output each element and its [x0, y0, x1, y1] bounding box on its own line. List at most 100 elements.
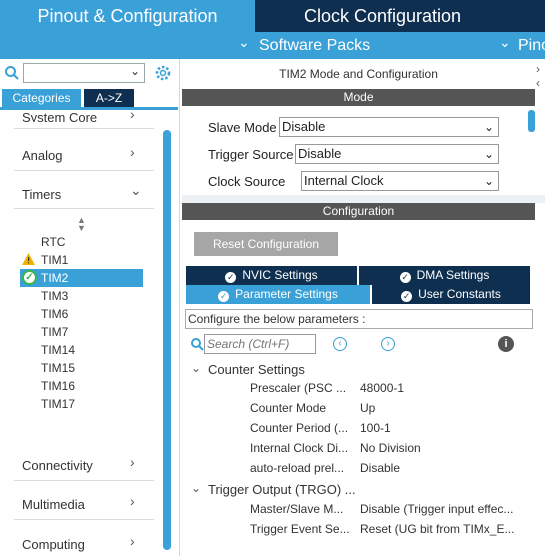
tab-params-label: Parameter Settings: [235, 287, 338, 301]
left-scrollbar[interactable]: [163, 130, 171, 550]
tab-nvic-label: NVIC Settings: [242, 268, 318, 282]
timer-item-tim7[interactable]: TIM7: [41, 325, 68, 339]
check-icon: ✓: [218, 291, 230, 302]
divider: [14, 519, 154, 520]
tab-dma-label: DMA Settings: [416, 268, 490, 282]
parameter-search-input[interactable]: [204, 334, 316, 354]
tab-user-constants[interactable]: ✓ User Constants: [372, 285, 530, 304]
reset-configuration-button[interactable]: Reset Configuration: [194, 232, 338, 256]
gear-icon[interactable]: [154, 64, 172, 82]
check-icon: ✓: [225, 272, 237, 283]
slave-mode-select[interactable]: Disable ⌄: [279, 117, 499, 137]
trigger-output-group[interactable]: Trigger Output (TRGO) ...: [208, 482, 356, 497]
resize-handle[interactable]: › ‹: [536, 62, 545, 102]
param-name: auto-reload prel...: [250, 461, 345, 475]
param-value[interactable]: 100-1: [360, 421, 391, 435]
timer-item-tim14[interactable]: TIM14: [41, 343, 75, 357]
counter-settings-group[interactable]: Counter Settings: [208, 362, 305, 377]
clock-source-select[interactable]: Internal Clock ⌄: [301, 171, 499, 191]
timer-item-rtc[interactable]: RTC: [41, 235, 65, 249]
timer-item-tim17[interactable]: TIM17: [41, 397, 75, 411]
param-value[interactable]: No Division: [360, 441, 421, 455]
chevron-down-icon: ⌄: [129, 64, 140, 78]
param-name: Counter Period (...: [250, 421, 349, 435]
param-value[interactable]: Up: [360, 401, 375, 415]
tab-a-to-z[interactable]: A->Z: [84, 89, 134, 107]
software-packs-menu[interactable]: Software Packs: [259, 37, 370, 55]
category-analog[interactable]: Analog: [22, 148, 62, 163]
divider: [14, 480, 154, 481]
check-icon: ✓: [401, 291, 413, 302]
check-icon: ✓: [399, 272, 411, 283]
chevron-right-icon: ›: [130, 493, 135, 509]
trigger-source-value: Disable: [298, 146, 342, 161]
param-name: Trigger Event Se...: [250, 522, 350, 536]
chevron-down-icon: ⌄: [499, 34, 511, 50]
tab-dma-settings[interactable]: ✓ DMA Settings: [359, 266, 530, 285]
timer-item-tim2-selected[interactable]: [20, 269, 143, 287]
chevron-down-icon: ⌄: [130, 182, 142, 198]
panel-title: TIM2 Mode and Configuration: [279, 67, 438, 81]
param-name: Counter Mode: [250, 401, 327, 415]
tab-overflow[interactable]: [510, 0, 545, 32]
timer-item-tim1[interactable]: TIM1: [41, 253, 68, 267]
chevron-down-icon: ⌄: [483, 120, 494, 134]
category-multimedia[interactable]: Multimedia: [22, 497, 85, 512]
clock-source-value: Internal Clock: [304, 173, 384, 188]
timer-item-tim16[interactable]: TIM16: [41, 379, 75, 393]
param-name: Prescaler (PSC ...: [250, 381, 347, 395]
clock-source-label: Clock Source: [208, 174, 286, 189]
mode-header: Mode: [182, 89, 535, 106]
param-value[interactable]: Disable (Trigger input effec...: [360, 502, 513, 516]
divider: [14, 128, 154, 129]
left-panel: [0, 59, 180, 556]
tab-nvic-settings[interactable]: ✓ NVIC Settings: [186, 266, 357, 285]
param-name: Internal Clock Di...: [250, 441, 349, 455]
param-value[interactable]: Disable: [360, 461, 400, 475]
search-icon: [5, 66, 19, 80]
chevron-right-icon: ›: [130, 533, 135, 549]
check-icon: ✓: [22, 270, 37, 285]
timer-item-tim2-label: TIM2: [41, 271, 69, 285]
category-search-input[interactable]: ⌄: [23, 63, 145, 83]
chevron-right-icon: ›: [130, 106, 135, 122]
tab-parameter-settings[interactable]: ✓ Parameter Settings: [186, 285, 370, 304]
trigger-source-label: Trigger Source: [208, 147, 294, 162]
chevron-down-icon[interactable]: ⌄: [191, 481, 201, 495]
trigger-source-select[interactable]: Disable ⌄: [295, 144, 499, 164]
timer-item-tim15[interactable]: TIM15: [41, 361, 75, 375]
divider: [14, 170, 154, 171]
chevron-right-icon: ›: [130, 144, 135, 160]
chevron-down-icon: ⌄: [483, 147, 494, 161]
category-timers[interactable]: Timers: [22, 187, 61, 202]
info-icon[interactable]: i: [498, 336, 514, 352]
category-connectivity[interactable]: Connectivity: [22, 458, 93, 473]
next-match-icon[interactable]: ›: [381, 337, 395, 351]
chevron-down-icon[interactable]: ⌄: [191, 361, 201, 375]
chevron-right-icon: ›: [130, 454, 135, 470]
category-system-core[interactable]: System Core: [22, 110, 97, 122]
configure-parameters-info: Configure the below parameters :: [185, 309, 533, 329]
timer-item-tim6[interactable]: TIM6: [41, 307, 68, 321]
sort-icon[interactable]: ▲ ▼: [77, 216, 86, 233]
tab-clock-configuration[interactable]: Clock Configuration: [256, 0, 509, 32]
param-name: Master/Slave M...: [250, 502, 344, 516]
param-value[interactable]: 48000-1: [360, 381, 404, 395]
chevron-down-icon: ⌄: [483, 174, 494, 188]
pinout-menu[interactable]: Pino: [518, 37, 545, 55]
previous-match-icon[interactable]: ‹: [333, 337, 347, 351]
timer-item-tim3[interactable]: TIM3: [41, 289, 68, 303]
configuration-header: Configuration: [182, 203, 535, 220]
splitter[interactable]: [182, 195, 545, 203]
chevron-down-icon: ⌄: [238, 34, 250, 50]
param-value[interactable]: Reset (UG bit from TIMx_E...: [360, 522, 514, 536]
tab-pinout-configuration[interactable]: Pinout & Configuration: [0, 0, 255, 32]
divider: [14, 208, 154, 209]
slave-mode-value: Disable: [282, 119, 326, 134]
tab-categories[interactable]: Categories: [2, 89, 81, 107]
tab-user-label: User Constants: [418, 287, 501, 301]
mode-scrollbar[interactable]: [528, 110, 535, 132]
category-computing[interactable]: Computing: [22, 537, 85, 552]
warning-icon: [22, 253, 35, 265]
search-icon: [191, 338, 204, 351]
